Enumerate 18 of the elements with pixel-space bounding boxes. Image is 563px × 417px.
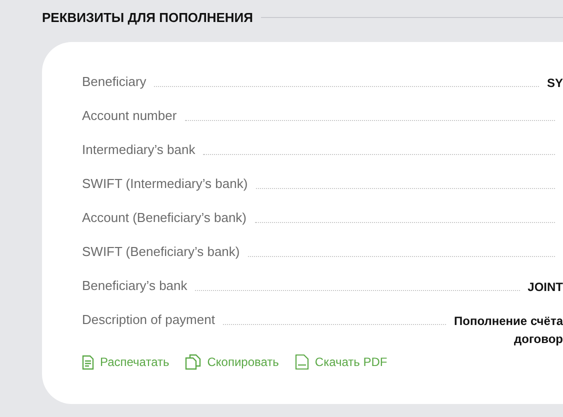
field-label: Beneficiary: [82, 74, 146, 90]
field-label: Beneficiary’s bank: [82, 278, 188, 294]
pdf-file-icon: [294, 354, 309, 370]
field-value: SY: [546, 75, 563, 92]
field-value: JOINT: [528, 279, 563, 296]
field-label: Description of payment: [82, 312, 215, 328]
field-label: SWIFT (Beneficiary’s bank): [82, 244, 240, 260]
document-icon: [82, 354, 94, 370]
field-value: Пополнение счёта договор: [454, 313, 563, 348]
field-label: Account number: [82, 108, 177, 124]
field-label: SWIFT (Intermediary’s bank): [82, 176, 248, 192]
copy-link[interactable]: Скопировать: [185, 353, 279, 371]
print-link[interactable]: Распечатать: [82, 353, 170, 371]
section-title: РЕКВИЗИТЫ ДЛЯ ПОПОЛНЕНИЯ: [42, 8, 253, 27]
field-label: Intermediary’s bank: [82, 142, 196, 158]
copy-icon: [185, 354, 202, 370]
download-pdf-link[interactable]: Скачать PDF: [294, 353, 388, 371]
field-label: Account (Beneficiary’s bank): [82, 210, 247, 226]
